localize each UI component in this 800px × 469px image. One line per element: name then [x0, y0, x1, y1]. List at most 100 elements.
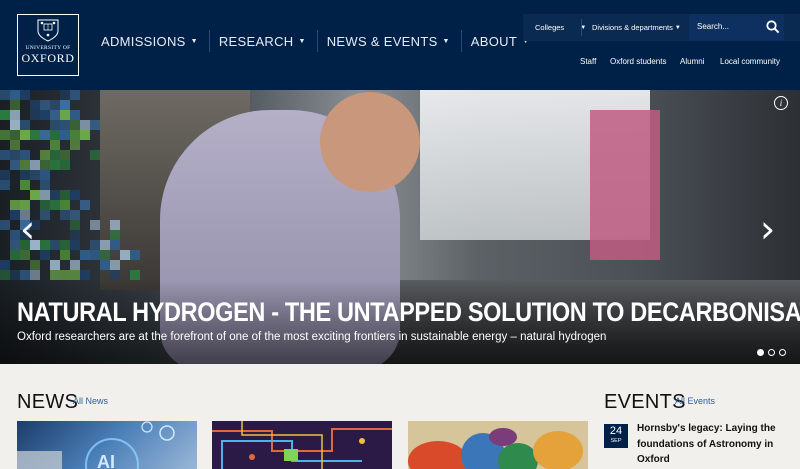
mosaic-tile	[40, 130, 50, 140]
mosaic-tile	[40, 170, 50, 180]
mosaic-tile	[60, 190, 70, 200]
nav-research[interactable]: RESEARCH ▼	[219, 30, 318, 52]
link-alumni[interactable]: Alumni	[680, 57, 704, 69]
mosaic-tile	[0, 270, 10, 280]
mosaic-tile	[70, 120, 80, 130]
oxford-logo[interactable]: UNIVERSITY OF OXFORD	[17, 14, 79, 76]
mosaic-tile	[60, 200, 70, 210]
mosaic-tile	[60, 130, 70, 140]
nav-label: NEWS & EVENTS	[326, 33, 438, 49]
event-day: 24	[609, 425, 623, 437]
mosaic-tile	[70, 110, 80, 120]
mosaic-tile	[30, 270, 40, 280]
events-heading: EVENTS	[604, 391, 686, 413]
news-thumbnail-painting[interactable]	[408, 421, 588, 469]
mosaic-tile	[90, 220, 100, 230]
news-thumbnail-circuit[interactable]	[212, 421, 392, 469]
search-icon[interactable]	[766, 20, 780, 34]
mosaic-tile	[10, 140, 20, 150]
mosaic-tile	[80, 270, 90, 280]
mosaic-tile	[70, 190, 80, 200]
mosaic-tile	[10, 270, 20, 280]
colleges-dropdown[interactable]: Colleges ▼	[535, 14, 586, 41]
nav-admissions[interactable]: ADMISSIONS ▼	[101, 30, 210, 52]
mosaic-tile	[50, 270, 60, 280]
all-events-link[interactable]: All Events	[675, 396, 715, 406]
slide-dot[interactable]	[768, 349, 775, 356]
mosaic-tile	[60, 210, 70, 220]
mosaic-tile	[60, 150, 70, 160]
news-thumbnail-ai[interactable]: AI	[17, 421, 197, 469]
mosaic-tile	[30, 190, 40, 200]
mosaic-tile	[40, 250, 50, 260]
mosaic-tile	[10, 160, 20, 170]
mosaic-tile	[40, 200, 50, 210]
link-local-community[interactable]: Local community	[720, 57, 780, 69]
mosaic-tile	[60, 250, 70, 260]
mosaic-tile	[50, 240, 60, 250]
mosaic-tile	[90, 120, 100, 130]
mosaic-tile	[30, 110, 40, 120]
nav-label: RESEARCH	[218, 33, 294, 49]
mosaic-tile	[60, 270, 70, 280]
mosaic-tile	[60, 100, 70, 110]
news-thumbnail-art: AI	[17, 421, 175, 469]
mosaic-tile	[0, 130, 10, 140]
mosaic-tile	[20, 170, 30, 180]
news-thumbnail-art	[408, 421, 588, 469]
mosaic-tile	[40, 180, 50, 190]
divisions-label: Divisions & departments	[592, 23, 673, 32]
mosaic-tile	[0, 90, 10, 100]
mosaic-tile	[10, 200, 20, 210]
nav-news-events[interactable]: NEWS & EVENTS ▼	[327, 30, 462, 52]
link-oxford-students[interactable]: Oxford students	[610, 57, 666, 69]
event-month: SEP	[610, 438, 622, 444]
search-input[interactable]: Search...	[697, 22, 729, 31]
caret-down-icon: ▼	[298, 37, 306, 45]
caret-down-icon: ▼	[442, 37, 450, 45]
mosaic-tile	[70, 220, 80, 230]
divisions-dropdown[interactable]: Divisions & departments ▼	[592, 14, 681, 41]
mosaic-tile	[80, 130, 90, 140]
search-box[interactable]: Search...	[689, 14, 784, 41]
crest-icon	[37, 19, 59, 42]
mosaic-tile	[110, 240, 120, 250]
slide-dot[interactable]	[757, 349, 764, 356]
mosaic-tile	[70, 270, 80, 280]
mosaic-tile	[80, 120, 90, 130]
event-title-link[interactable]: Hornsby's legacy: Laying the foundations…	[637, 421, 787, 468]
caret-down-icon: ▼	[674, 24, 681, 31]
hero-title[interactable]: NATURAL HYDROGEN - THE UNTAPPED SOLUTION…	[17, 297, 800, 328]
divider	[581, 19, 582, 36]
mosaic-tile	[40, 160, 50, 170]
hero-image-wall	[590, 110, 660, 260]
mosaic-tile	[70, 230, 80, 240]
mosaic-tile	[90, 150, 100, 160]
mosaic-tile	[50, 200, 60, 210]
mosaic-tile	[0, 150, 10, 160]
mosaic-tile	[50, 150, 60, 160]
mosaic-tile	[90, 250, 100, 260]
mosaic-tile	[30, 260, 40, 270]
mosaic-tile	[10, 110, 20, 120]
mosaic-tile	[20, 250, 30, 260]
all-news-link[interactable]: All News	[73, 396, 108, 406]
hero-image-head	[320, 92, 420, 192]
colleges-label: Colleges	[535, 23, 565, 32]
info-icon[interactable]: i	[774, 96, 788, 110]
hero-carousel[interactable]: ‹ › i NATURAL HYDROGEN - THE UNTAPPED SO…	[0, 90, 800, 364]
mosaic-tile	[70, 90, 80, 100]
mosaic-tile	[0, 110, 10, 120]
link-staff[interactable]: Staff	[580, 57, 596, 69]
mosaic-tile	[70, 130, 80, 140]
mosaic-tile	[60, 120, 70, 130]
mosaic-tile	[100, 240, 110, 250]
main-nav: ADMISSIONS ▼ RESEARCH ▼ NEWS & EVENTS ▼ ABO…	[101, 30, 549, 52]
next-slide-arrow-icon[interactable]: ›	[760, 210, 775, 248]
mosaic-tile	[120, 250, 130, 260]
mosaic-tile	[100, 250, 110, 260]
prev-slide-arrow-icon[interactable]: ‹	[20, 210, 35, 248]
news-thumbnail-art	[212, 421, 392, 469]
svg-text:AI: AI	[97, 452, 115, 469]
slide-dot[interactable]	[779, 349, 786, 356]
